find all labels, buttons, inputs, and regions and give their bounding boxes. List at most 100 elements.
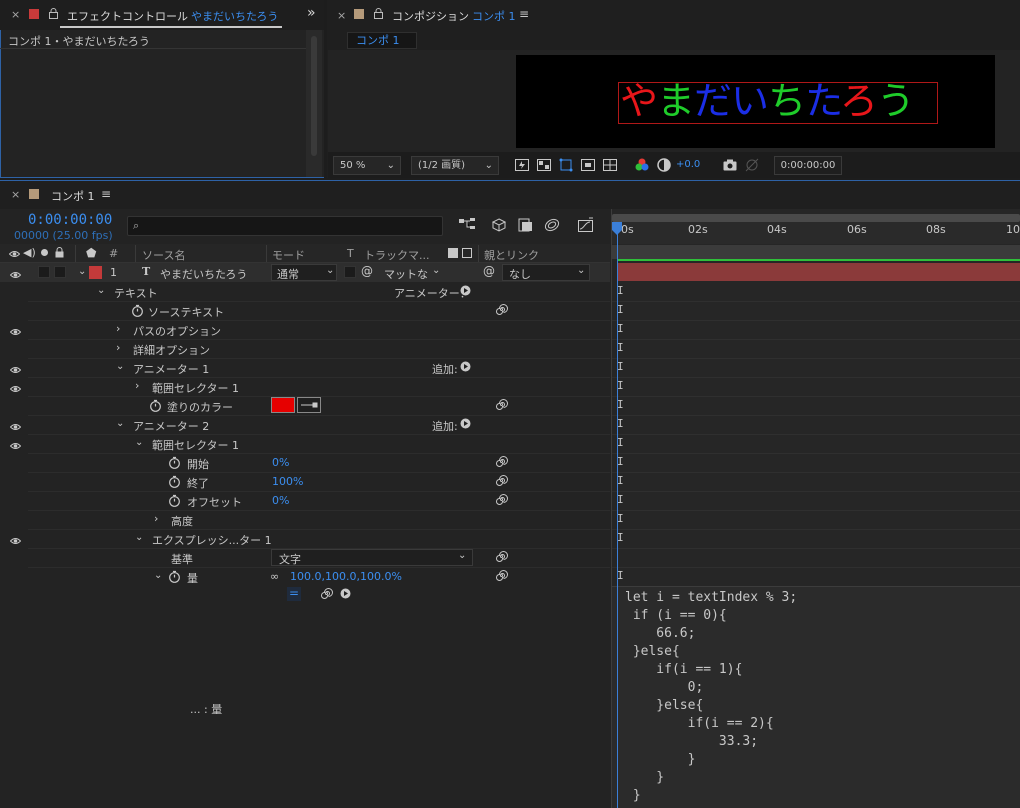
time-navigator-bar[interactable] <box>612 214 1020 222</box>
lock-icon[interactable] <box>49 8 58 19</box>
mask-visibility-icon[interactable] <box>558 157 574 173</box>
composition-name[interactable]: コンポ 1 <box>472 8 516 24</box>
pickwhip-spiral-icon[interactable] <box>495 474 508 487</box>
pickwhip-spiral-icon[interactable] <box>495 493 508 506</box>
solo-toggle[interactable] <box>54 266 66 278</box>
color-channels-icon[interactable] <box>634 157 650 173</box>
work-area-bar[interactable] <box>612 245 1020 259</box>
fill-color-swatch[interactable] <box>271 397 295 413</box>
chevron-down-icon[interactable]: ⌄ <box>97 285 105 296</box>
animator2-label[interactable]: アニメーター 2 <box>133 418 209 434</box>
pickwhip-spiral-icon[interactable] <box>495 303 508 316</box>
eye-icon[interactable] <box>9 535 22 544</box>
animator1-add-label[interactable]: 追加: <box>432 361 458 377</box>
layer-name[interactable]: やまだいちたろう <box>160 266 247 282</box>
label-tag-icon[interactable]: ⬟ <box>86 246 96 260</box>
chevron-down-icon[interactable]: ⌄ <box>135 437 143 448</box>
expression-language-menu-icon[interactable] <box>340 588 351 599</box>
layer-duration-bar[interactable] <box>617 263 1020 281</box>
time-ruler[interactable] <box>612 222 1020 244</box>
eye-icon[interactable] <box>9 421 22 430</box>
preview-text[interactable]: やまだいちたろう <box>620 78 940 124</box>
chevron-right-icon[interactable]: › <box>116 341 120 354</box>
scrollbar-thumb[interactable] <box>311 36 317 156</box>
range-selector1-label[interactable]: 範囲セレクター 1 <box>152 380 239 396</box>
effect-controls-layer-name[interactable]: やまだいちたろう <box>191 8 278 24</box>
play-icon[interactable] <box>460 361 471 372</box>
stopwatch-icon[interactable] <box>131 304 144 317</box>
layer-search-input[interactable]: ⌕ <box>127 216 443 236</box>
playhead-line[interactable] <box>617 222 618 808</box>
play-icon[interactable] <box>460 418 471 429</box>
effect-controls-title[interactable]: エフェクトコントロール <box>67 8 188 24</box>
panel-menu-icon[interactable]: ≡ <box>101 187 111 201</box>
header-source-name[interactable]: ソース名 <box>142 247 185 263</box>
header-track-matte[interactable]: トラックマ... <box>364 247 430 263</box>
chevron-down-icon[interactable]: ⌄ <box>116 418 124 429</box>
link-icon[interactable]: ∞ <box>270 570 279 583</box>
transparency-grid-icon[interactable] <box>536 157 552 173</box>
amount-label[interactable]: 量 <box>187 570 198 586</box>
eye-icon[interactable] <box>9 269 22 278</box>
path-options-label[interactable]: パスのオプション <box>133 323 221 339</box>
solo-header-icon[interactable] <box>41 249 48 256</box>
advanced-label[interactable]: 高度 <box>171 513 193 529</box>
matte-link-icon[interactable]: @ <box>361 264 373 278</box>
expression-selector-label[interactable]: エクスプレッシ...ター 1 <box>152 532 272 548</box>
lock-header-icon[interactable] <box>55 247 64 261</box>
video-switch-header-icon[interactable] <box>8 248 21 261</box>
audio-toggle[interactable] <box>38 266 50 278</box>
offset-label[interactable]: オフセット <box>187 494 242 510</box>
draft-3d-icon[interactable] <box>490 217 508 236</box>
hide-shy-layers-icon[interactable] <box>516 217 534 236</box>
stopwatch-icon[interactable] <box>149 399 162 412</box>
fill-color-label[interactable]: 塗りのカラー <box>167 399 233 415</box>
offset-value[interactable]: 0% <box>272 494 289 507</box>
start-label[interactable]: 開始 <box>187 456 209 472</box>
close-icon[interactable]: × <box>11 8 20 21</box>
pickwhip-icon[interactable]: @ <box>483 264 495 278</box>
region-of-interest-icon[interactable] <box>580 157 596 173</box>
stopwatch-icon[interactable] <box>168 494 181 507</box>
panel-overflow-icon[interactable]: » <box>307 5 316 21</box>
based-on-dropdown[interactable]: 文字 ⌄ <box>271 549 473 566</box>
close-icon[interactable]: × <box>337 9 346 22</box>
zoom-dropdown[interactable]: 50 % ⌄ <box>333 156 401 175</box>
pickwhip-spiral-icon[interactable] <box>495 455 508 468</box>
current-time-display[interactable]: 0:00:00:00 <box>28 212 112 228</box>
more-options-label[interactable]: 詳細オプション <box>133 342 210 358</box>
range-selector1b-label[interactable]: 範囲セレクター 1 <box>152 437 239 453</box>
chevron-right-icon[interactable]: › <box>135 379 139 392</box>
eyedropper-icon[interactable] <box>297 397 321 413</box>
chevron-down-icon[interactable]: ⌄ <box>154 570 162 581</box>
show-snapshot-icon[interactable] <box>744 157 760 173</box>
animator1-label[interactable]: アニメーター 1 <box>133 361 209 377</box>
blend-mode-dropdown[interactable]: 通常 ⌄ <box>271 264 337 281</box>
end-label[interactable]: 終了 <box>187 475 209 491</box>
fast-previews-icon[interactable] <box>514 157 530 173</box>
expression-graph-icon[interactable] <box>320 587 333 603</box>
chevron-down-icon[interactable]: ⌄ <box>135 532 143 543</box>
close-icon[interactable]: × <box>11 188 20 201</box>
parent-dropdown[interactable]: なし ⌄ <box>502 264 590 281</box>
start-value[interactable]: 0% <box>272 456 289 469</box>
audio-header-icon[interactable]: ◀) <box>23 246 36 259</box>
preserve-transparency-toggle[interactable] <box>344 266 356 278</box>
header-parent-link[interactable]: 親とリンク <box>484 247 539 263</box>
grid-guides-icon[interactable] <box>602 157 618 173</box>
end-value[interactable]: 100% <box>272 475 303 488</box>
animator2-add-label[interactable]: 追加: <box>432 418 458 434</box>
expression-enable-icon[interactable]: = <box>287 587 301 601</box>
graph-editor-icon[interactable] <box>577 217 595 236</box>
stopwatch-icon[interactable] <box>168 475 181 488</box>
comp-mini-flowchart-icon[interactable] <box>458 217 476 236</box>
chevron-down-icon[interactable]: ⌄ <box>116 361 124 372</box>
amount-value[interactable]: 100.0,100.0,100.0% <box>290 570 402 583</box>
composition-timecode[interactable]: 0:00:00:00 <box>774 156 842 175</box>
header-mode[interactable]: モード <box>272 247 305 263</box>
chevron-right-icon[interactable]: › <box>116 322 120 335</box>
exposure-value[interactable]: +0.0 <box>676 159 700 170</box>
camera-snapshot-icon[interactable] <box>722 157 738 173</box>
expression-code[interactable]: let i = textIndex % 3; if (i == 0){ 66.6… <box>625 589 797 805</box>
pickwhip-spiral-icon[interactable] <box>495 550 508 563</box>
